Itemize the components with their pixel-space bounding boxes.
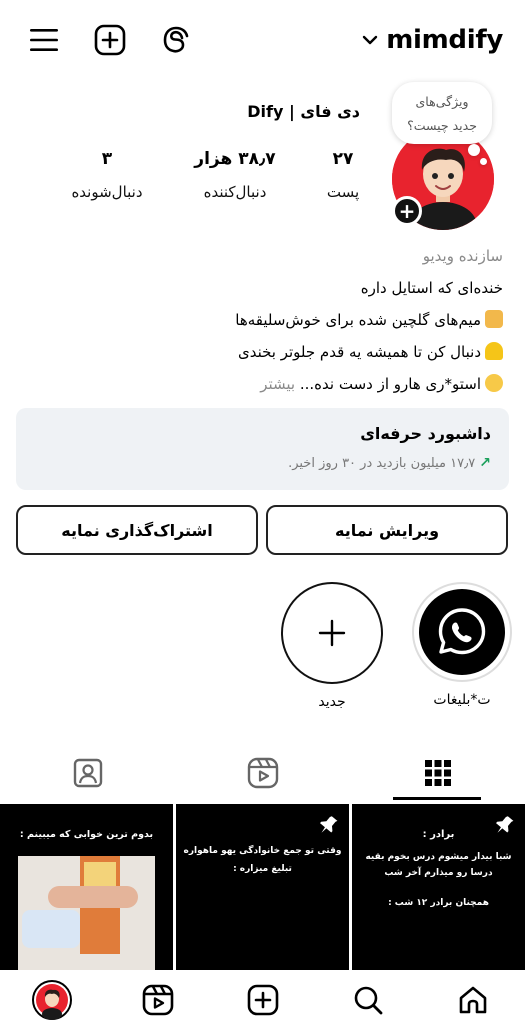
reels-icon [142, 984, 174, 1016]
dashboard-subtitle: ↗ ۱۷٫۷ میلیون بازدید در ۳۰ روز اخیر. [288, 455, 491, 471]
yawn-emoji-icon [485, 374, 503, 392]
stat-following[interactable]: ۳ دنبال‌شونده [52, 146, 162, 201]
highlight-label: ت*بلیغات [433, 692, 491, 708]
post-photo [18, 856, 155, 970]
edit-profile-button[interactable]: ویرایش نمایه [266, 505, 508, 555]
stat-label: دنبال‌کننده [203, 183, 267, 201]
post-text: همچنان برادر ۱۲ شب : [388, 898, 489, 908]
username: mimdify [386, 25, 503, 55]
trend-up-icon: ↗ [479, 455, 491, 471]
bio-line: دنبال کن تا همیشه یه قدم جلوتر بخندی [23, 336, 503, 368]
post-thumbnail[interactable]: برادر : شبا بیدار میشوم درس بخوم بقیه در… [352, 804, 525, 970]
more-link[interactable]: بیشتر [260, 375, 295, 393]
highlight-cover [419, 589, 505, 675]
add-post-icon [247, 984, 279, 1016]
nav-profile[interactable] [32, 980, 72, 1020]
highlight-item[interactable]: ت*بلیغات [410, 582, 514, 708]
stat-value: ۳ [101, 149, 113, 169]
tab-grid[interactable] [393, 748, 483, 798]
display-name: Dify | دی فای [247, 102, 360, 121]
chevron-down-icon [363, 35, 378, 45]
nav-reels[interactable] [138, 980, 178, 1020]
highlight-ring [412, 582, 512, 682]
dashboard-title: داشبورد حرفه‌ای [360, 424, 491, 443]
post-text: درسا رو میذارم آخر شب [384, 868, 493, 878]
reels-icon [247, 757, 279, 789]
pin-icon [320, 816, 338, 833]
threads-icon[interactable] [156, 20, 196, 60]
stat-value: ۲۷ [332, 149, 354, 169]
pin-icon [496, 816, 514, 833]
tab-tagged[interactable] [43, 748, 133, 798]
posts-grid: برادر : شبا بیدار میشوم درس بخوم بقیه در… [0, 804, 525, 970]
bubble-dot [480, 158, 487, 165]
professional-dashboard[interactable]: داشبورد حرفه‌ای ↗ ۱۷٫۷ میلیون بازدید در … [16, 408, 509, 490]
active-tab-indicator [393, 797, 481, 800]
bio-line: میم‌های گلچین شده برای خوش‌سلیقه‌ها [23, 304, 503, 336]
nav-home[interactable] [453, 980, 493, 1020]
post-thumbnail[interactable]: بدوم ترین خوابی که میبینم : [0, 804, 173, 970]
profile-tabs [0, 740, 525, 802]
category-label: سازنده ویدیو [422, 247, 503, 265]
post-text: بدوم ترین خوابی که میبینم : [19, 829, 154, 840]
top-bar: mimdify [0, 0, 525, 80]
new-highlight-button[interactable]: جدید [280, 582, 384, 710]
stat-followers[interactable]: ۳۸٫۷ هزار دنبال‌کننده [180, 146, 290, 201]
bottom-nav [0, 970, 525, 1024]
whats-new-bubble[interactable]: ویژگی‌های جدید چیست؟ [392, 82, 492, 144]
stat-value: ۳۸٫۷ هزار [194, 149, 276, 169]
home-icon [459, 986, 487, 1014]
stat-label: پست [326, 183, 360, 201]
menu-icon[interactable] [24, 20, 64, 60]
post-text: وقتی تو جمع خانوادگی یهو ماهواره تبلیغ م… [183, 846, 342, 874]
share-profile-button[interactable]: اشتراک‌گذاری نمایه [16, 505, 258, 555]
bio-line: خنده‌ای که استایل داره [360, 279, 503, 297]
bio: سازنده ویدیو خنده‌ای که استایل داره میم‌… [23, 240, 503, 400]
stat-posts[interactable]: ۲۷ پست [288, 146, 398, 201]
profile-avatar-icon [32, 980, 72, 1020]
grid-icon [425, 760, 451, 786]
search-icon [354, 986, 383, 1015]
new-highlight-ring [281, 582, 383, 684]
tab-reels[interactable] [218, 748, 308, 798]
bell-emoji-icon [485, 342, 503, 360]
username-switcher[interactable]: mimdify [362, 20, 503, 60]
post-thumbnail[interactable]: وقتی تو جمع خانوادگی یهو ماهواره تبلیغ م… [176, 804, 349, 970]
bio-line: استو*ری هارو از دست نده... بیشتر [23, 368, 503, 400]
nav-search[interactable] [348, 980, 388, 1020]
nav-create[interactable] [243, 980, 283, 1020]
bubble-dot [468, 144, 480, 156]
tagged-icon [73, 758, 103, 788]
highlight-label: جدید [318, 694, 346, 710]
bubble-line2: جدید چیست؟ [407, 118, 477, 133]
stat-label: دنبال‌شونده [71, 183, 143, 201]
bubble-line1: ویژگی‌های [415, 94, 469, 109]
add-icon[interactable] [90, 20, 130, 60]
plus-icon [318, 619, 346, 647]
whatsapp-icon [438, 608, 486, 655]
masks-emoji-icon [485, 310, 503, 328]
